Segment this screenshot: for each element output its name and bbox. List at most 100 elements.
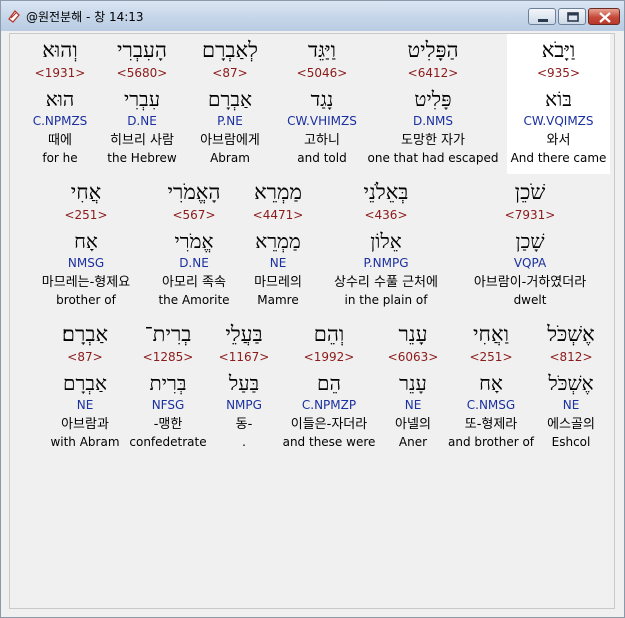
hebrew-word: בַּעֲלֵי <box>225 322 263 346</box>
korean-gloss: 아브람이-거하였더라 <box>473 275 587 290</box>
strong-number[interactable]: <5680> <box>98 66 186 80</box>
morphology-code: CW.VHIMZS <box>287 114 357 128</box>
word-cell[interactable]: אַבְרָם׃ <87> אַבְרָם NE 아브람과 with Abram <box>44 318 126 458</box>
hebrew-lemma: עָנֵר <box>399 371 427 395</box>
morphology-code: NE <box>562 398 580 412</box>
english-gloss: and these were <box>282 435 376 449</box>
hebrew-word: וְהֵם <box>313 322 345 346</box>
strong-number[interactable]: <6412> <box>367 66 499 80</box>
hebrew-word: הָאֱמֹרִי <box>167 180 221 204</box>
hebrew-lemma: פָּלִיט <box>414 87 452 111</box>
morphology-code: NE <box>269 256 287 270</box>
strong-number[interactable]: <1992> <box>280 350 378 364</box>
word-cell[interactable]: בַּעֲלֵי <1167> בַּעַל NMPG 동- . <box>214 318 274 458</box>
hebrew-lemma: נָגַד <box>310 87 334 111</box>
app-window: @원전분해 - 창 14:13 וַיָּבֹא <935> בּוֹא CW.… <box>0 0 625 618</box>
maximize-button[interactable] <box>558 8 586 25</box>
english-gloss: . <box>242 435 246 449</box>
close-button[interactable] <box>588 8 620 25</box>
hebrew-word: הַפָּלִיט <box>407 38 459 62</box>
english-gloss: brother of <box>56 293 116 307</box>
word-cell[interactable]: עָנֵר <6063> עָנֵר NE 아넬의 Aner <box>380 318 446 458</box>
strong-number[interactable]: <7931> <box>460 208 600 222</box>
hebrew-word: אַבְרָם׃ <box>61 322 109 346</box>
korean-gloss: 고하니 <box>304 133 340 148</box>
morphology-code: CW.VQIMZS <box>523 114 594 128</box>
strong-number[interactable]: <1285> <box>128 350 208 364</box>
hebrew-word: שֹׁכֵן <box>514 180 546 204</box>
english-gloss: Eshcol <box>551 435 591 449</box>
hebrew-word: בְרִית־ <box>144 322 192 346</box>
korean-gloss: 또-형제라 <box>464 417 518 432</box>
strong-number[interactable]: <6063> <box>380 350 446 364</box>
strong-number[interactable]: <87> <box>44 350 126 364</box>
morphology-code: NMSG <box>67 256 105 270</box>
morphology-code: D.NE <box>179 256 209 270</box>
morphology-code: C.NPMZS <box>32 114 88 128</box>
korean-gloss: 아넬의 <box>395 417 431 432</box>
word-cell[interactable]: וַיָּבֹא <935> בּוֹא CW.VQIMZS 와서 And th… <box>507 34 610 174</box>
word-cell[interactable]: וַאֲחִי <251> אָח C.NMSG 또-형제라 and broth… <box>448 318 534 458</box>
word-cell[interactable]: וַיַּגֵּד <5046> נָגַד CW.VHIMZS 고하니 and… <box>277 34 367 174</box>
strong-number[interactable]: <567> <box>148 208 240 222</box>
word-cell[interactable]: הָעִבְרִי <5680> עִבְרִי D.NE 히브리 사람 the… <box>98 34 186 174</box>
english-gloss: the Hebrew <box>107 151 177 165</box>
hebrew-lemma: אָח <box>74 229 98 253</box>
title-bar[interactable]: @원전분해 - 창 14:13 <box>1 1 624 31</box>
word-cell[interactable]: בְּאֵלֹנֵי <436> אֵלוֹן P.NMPG 상수리 수풀 근처… <box>320 176 452 316</box>
strong-number[interactable]: <436> <box>320 208 452 222</box>
strong-number[interactable]: <5046> <box>277 66 367 80</box>
word-cell[interactable]: בְרִית־ <1285> בְּרִית NFSG -맹한 confedet… <box>128 318 208 458</box>
english-gloss: confedetrate <box>129 435 207 449</box>
strong-number[interactable]: <812> <box>536 350 606 364</box>
morphology-code: P.NMPG <box>363 256 409 270</box>
strong-number[interactable]: <251> <box>30 208 142 222</box>
english-gloss: and brother of <box>448 435 535 449</box>
english-gloss: Abram <box>210 151 250 165</box>
word-cell[interactable]: לְאַבְרָם <87> אַבְרָם P.NE 아브람에게 Abram <box>185 34 275 174</box>
app-icon <box>7 8 21 23</box>
word-cell[interactable]: אֲחִי <251> אָח NMSG 마므레는-형제요 brother of <box>30 176 142 316</box>
hebrew-lemma: הוּא <box>45 87 75 111</box>
hebrew-word: מַמְרֵא <box>254 180 302 204</box>
hebrew-lemma: בַּעַל <box>228 371 260 395</box>
hebrew-lemma: מַמְרֵא <box>255 229 301 253</box>
word-cell[interactable]: מַמְרֵא <4471> מַמְרֵא NE 마므레의 Mamre <box>238 176 318 316</box>
hebrew-lemma: בְּרִית <box>149 371 187 395</box>
morphology-code: NE <box>404 398 422 412</box>
english-gloss: the Amorite <box>158 293 230 307</box>
morphology-code: P.NE <box>217 114 243 128</box>
hebrew-word: וַאֲחִי <box>473 322 509 346</box>
morphology-code: VQPA <box>513 256 547 270</box>
word-cell[interactable]: הָאֱמֹרִי <567> אֱמֹרִי D.NE 아모리 족속 the … <box>148 176 240 316</box>
english-gloss: one that had escaped <box>367 151 499 165</box>
strong-number[interactable]: <935> <box>507 66 610 80</box>
strong-number[interactable]: <87> <box>185 66 275 80</box>
hebrew-lemma: אַבְרָם <box>63 371 107 395</box>
korean-gloss: 이들은-자더라 <box>290 417 368 432</box>
morphology-code: NE <box>76 398 94 412</box>
morphology-code: C.NMSG <box>466 398 516 412</box>
hebrew-lemma: בּוֹא <box>545 87 572 111</box>
strong-number[interactable]: <251> <box>448 350 534 364</box>
morphology-code: D.NE <box>127 114 157 128</box>
korean-gloss: 아브람과 <box>61 417 109 432</box>
word-cell[interactable]: הַפָּלִיט <6412> פָּלִיט D.NMS 도망한 자가 on… <box>367 34 499 174</box>
word-cell[interactable]: אֶשְׁכֹּל <812> אֶשְׁכֹּל NE 에스골의 Eshcol <box>536 318 606 458</box>
hebrew-word: וַיָּבֹא <box>541 38 576 62</box>
hebrew-word: וַיַּגֵּד <box>308 38 336 62</box>
korean-gloss: 아브람에게 <box>200 133 260 148</box>
word-cell[interactable]: וְהוּא <1931> הוּא C.NPMZS 때에 for he <box>18 34 102 174</box>
english-gloss: Mamre <box>257 293 299 307</box>
word-cell[interactable]: שֹׁכֵן <7931> שָׁכַן VQPA 아브람이-거하였더라 dwe… <box>460 176 600 316</box>
strong-number[interactable]: <1931> <box>18 66 102 80</box>
word-cell[interactable]: וְהֵם <1992> הֵם C.NPMZP 이들은-자더라 and the… <box>280 318 378 458</box>
minimize-button[interactable] <box>528 8 556 25</box>
korean-gloss: 아모리 족속 <box>162 275 226 290</box>
english-gloss: dwelt <box>513 293 547 307</box>
hebrew-lemma: אֶשְׁכֹּל <box>548 371 594 395</box>
strong-number[interactable]: <4471> <box>238 208 318 222</box>
hebrew-word: וְהוּא <box>42 38 78 62</box>
hebrew-lemma: אֱמֹרִי <box>174 229 214 253</box>
strong-number[interactable]: <1167> <box>214 350 274 364</box>
